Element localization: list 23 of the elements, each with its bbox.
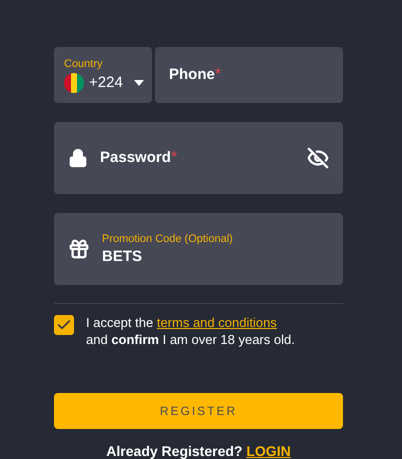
caret-icon — [134, 80, 144, 86]
terms-text: I accept the terms and conditions and confirm I am over 18 years old. — [86, 314, 295, 348]
country-code: +224 — [89, 74, 123, 91]
country-select[interactable]: Country +224 — [54, 47, 152, 103]
password-placeholder: Password — [100, 149, 171, 166]
phone-placeholder: Phone — [169, 66, 215, 83]
terms-checkbox[interactable] — [54, 315, 74, 335]
eye-off-icon[interactable] — [307, 147, 329, 169]
phone-field[interactable]: Phone* — [155, 47, 343, 103]
register-button[interactable]: REGISTER — [54, 393, 343, 429]
promo-code-input[interactable]: BETS — [102, 248, 329, 265]
promo-code-field[interactable]: Promotion Code (Optional) BETS — [54, 213, 343, 285]
lock-icon — [68, 148, 88, 168]
country-label: Country — [64, 58, 103, 70]
login-prompt: Already Registered? LOGIN — [105, 443, 292, 459]
gift-icon — [68, 238, 90, 260]
password-field[interactable]: Password* — [54, 122, 343, 194]
login-link[interactable]: LOGIN — [246, 443, 291, 459]
flag-icon — [64, 72, 84, 92]
terms-link[interactable]: terms and conditions — [156, 315, 277, 330]
promo-code-label: Promotion Code (Optional) — [102, 233, 234, 245]
required-mark: * — [170, 149, 178, 167]
required-mark: * — [214, 66, 222, 84]
